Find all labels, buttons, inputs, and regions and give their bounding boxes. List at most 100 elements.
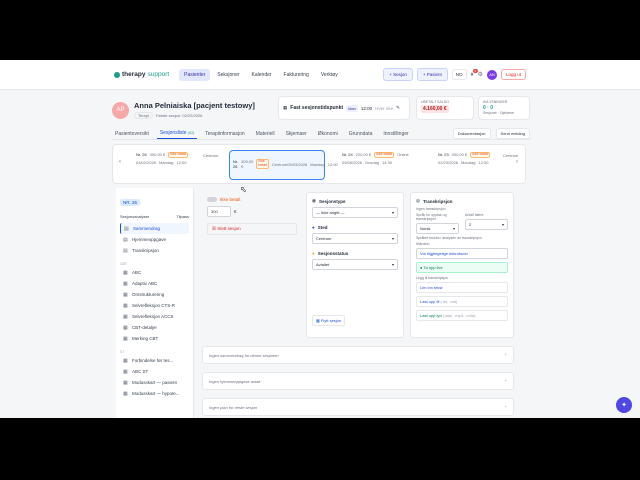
logout-button[interactable]: Logg ut [500, 69, 526, 80]
microphone-icon: ◎ [416, 198, 420, 203]
sidebar-item-cbt[interactable]: ▦ Adaptiv ABC [120, 278, 189, 289]
transcription-panel: ◎ Transkripsjon Ingen transkripsjon Språk… [410, 192, 514, 338]
patient-header: AP Anna Pelniaiska [pacjent testowy] Ter… [112, 96, 530, 124]
tag-icon: ◉ [312, 198, 316, 203]
session-type-select[interactable]: — Ikke angitt — ▾ [312, 207, 398, 218]
sidebar-item-cbt[interactable]: ▦ Omstrukturering [120, 289, 189, 300]
tab-materiell[interactable]: Materiell [253, 129, 278, 139]
status-select[interactable]: Avtaltet ▾ [312, 259, 398, 270]
gear-icon[interactable]: ⚙ [478, 71, 483, 78]
location-icon: ● [312, 225, 315, 230]
grid-icon: ▦ [123, 324, 128, 331]
sidebar-item-summary[interactable]: ▤ Sammendrag [120, 223, 189, 234]
session-price-panel: Ikke betalt 300 € ☒ Slett sesjon [202, 192, 302, 338]
grid-icon: ▦ [123, 357, 128, 364]
tab-innstillinger[interactable]: Innstillinger [380, 129, 411, 139]
plus-icon: + [504, 378, 507, 383]
tab-terapiinfo[interactable]: Terapiinformasjon [202, 129, 247, 139]
plan-accordion[interactable]: Ingen plan for neste sesjon + [202, 398, 514, 416]
paid-toggle[interactable] [207, 197, 217, 202]
avatar[interactable]: AN [486, 69, 497, 80]
chevron-right-icon[interactable]: › [516, 159, 518, 165]
session-main: Ikke betalt 300 € ☒ Slett sesjon ◉ Sesjons… [202, 188, 514, 418]
grid-icon: ▦ [123, 269, 128, 276]
nav-pasienter[interactable]: Pasienter [179, 68, 211, 81]
app-screen: therapy support Pasienter Seksjoner Kalen… [0, 60, 640, 418]
bell-icon[interactable]: ♦ 3 [471, 68, 478, 78]
price-input[interactable]: 300 [207, 206, 231, 217]
calendar-icon: ▦ [316, 318, 320, 323]
document-icon: ▤ [123, 236, 128, 243]
assistant-fab[interactable]: ✦ [616, 397, 632, 413]
nav-kalender[interactable]: Kalender [247, 69, 277, 81]
nav-fakturering[interactable]: Fakturering [279, 69, 314, 81]
record-live-button[interactable]: ● Ta opp live [416, 262, 508, 273]
session-strip: ‹ Nr. 26 300,00 € Ikke betalt 03/02/2026 Ma… [112, 144, 526, 184]
speakers-select[interactable]: 2 ▾ [465, 219, 508, 230]
patient-avatar: AP [112, 101, 129, 119]
top-nav: therapy support Pasienter Seksjoner Kalen… [0, 60, 640, 90]
sidebar-item-st[interactable]: ▦ ABC ST [120, 366, 189, 377]
tab-sesjonsliste[interactable]: Sesjonsliste (52) [156, 128, 198, 139]
nav-verktoy[interactable]: Verktøy [316, 69, 343, 81]
sidebar-item-cbt[interactable]: ▦ Selvrefleksjon ACCS [120, 311, 189, 322]
document-icon: ▤ [124, 225, 129, 232]
fixed-time-card[interactable]: ▦ Fast sesjonstidspunkt Man 12:00 Hver u… [278, 96, 410, 120]
calendar-icon: ▦ [283, 105, 288, 110]
sidebar-item-cbt[interactable]: ▦ CBT-detaljer [120, 322, 189, 333]
session-card[interactable]: Nr. 24 220,00 € Ikke betalt Online 09/06/20… [339, 150, 433, 180]
tab-grunndata[interactable]: Grunndata [346, 129, 376, 139]
upload-file-button[interactable]: Last opp fil (.txt, .md) [416, 296, 508, 307]
paste-text-button[interactable]: Lim inn tekst [416, 282, 508, 293]
language-select[interactable]: NO [451, 69, 467, 80]
sidebar-item-st[interactable]: ▦ Forbindelse før tes... [120, 355, 189, 366]
sidebar-item-transcription[interactable]: ▤ Transkripsjon [120, 245, 189, 256]
sidebar-item-st[interactable]: ▦ Modusskart — pasient [120, 377, 189, 388]
patient-name: Anna Pelniaiska [pacjent testowy] [134, 101, 255, 110]
patient-tabs: Pasientoversikt Sesjonsliste (52) Terapi… [112, 128, 530, 140]
session-card-selected[interactable]: Nr. 26 300,00 € Ikke betalt Centrum 09/03/2… [229, 150, 338, 180]
nav-seksjoner[interactable]: Seksjoner [212, 69, 244, 81]
trash-icon: ☒ [212, 226, 217, 231]
unpaid-card: UBETALT SALDO 4.160,00 € [416, 96, 474, 120]
document-icon: ▤ [123, 247, 128, 254]
sidebar-item-cbt[interactable]: ▦ ABC [120, 267, 189, 278]
session-number-badge: NR. 26 [120, 199, 141, 206]
microphone-select[interactable]: Via tilgjengelige mikrofoner [416, 248, 508, 259]
grid-icon: ▦ [123, 302, 128, 309]
logo[interactable]: therapy support [114, 71, 169, 78]
sidebar-item-st[interactable]: ▦ Modusskart — hypote... [120, 388, 189, 399]
analysis-sidebar: NR. 26 Sesjonsanalyser Tilpass ▤ Sammendra… [116, 188, 194, 418]
grid-icon: ▦ [123, 335, 128, 342]
last-session: Første sesjon: 02/22/2026 [155, 113, 203, 118]
plus-icon: + [504, 404, 507, 409]
send-message-button[interactable]: Send melding [495, 128, 530, 139]
new-session-button[interactable]: + Sesjon [383, 68, 413, 81]
plus-icon: + [504, 352, 507, 357]
tab-skjemaer[interactable]: Skjemaer [283, 129, 310, 139]
logo-icon [114, 71, 120, 78]
session-type-panel: ◉ Sesjonstype — Ikke angitt — ▾ ● Sted Cent… [306, 192, 404, 338]
new-patient-button[interactable]: + Pasient [416, 68, 448, 81]
grid-icon: ▦ [123, 379, 128, 386]
sidebar-item-cbt[interactable]: ▦ Merking CBT [120, 333, 189, 344]
customize-button[interactable]: Tilpass [176, 214, 189, 219]
delete-session-button[interactable]: ☒ Slett sesjon [207, 223, 297, 235]
upload-audio-button[interactable]: Last opp lyd (.wav, .mp3, .m4a) [416, 310, 508, 321]
place-select[interactable]: Centrum ▾ [312, 233, 398, 244]
summary-accordion[interactable]: Ingen sammendrag for denne sesjonen + [202, 346, 514, 364]
grid-icon: ▦ [123, 313, 128, 320]
pencil-icon[interactable]: ✎ [396, 105, 400, 111]
sidebar-item-homework[interactable]: ▤ Hjemmeoppgave [120, 234, 189, 245]
sidebar-item-cbt[interactable]: ▦ Selvrefleksjon CTS-R [120, 300, 189, 311]
tab-oversikt[interactable]: Pasientoversikt [112, 129, 152, 139]
language-select[interactable]: Norsk ▾ [416, 223, 459, 234]
patient-tag: Terapi [134, 112, 153, 119]
tab-okonomi[interactable]: Økonomi [315, 129, 341, 139]
grid-icon: ▦ [123, 280, 128, 287]
mouse-cursor-icon: ⬁ [240, 185, 247, 194]
homework-accordion[interactable]: Ingen hjemmeoppgave avtalt + [202, 372, 514, 390]
chevron-left-icon[interactable]: ‹ [119, 159, 121, 165]
move-session-button[interactable]: ▦ Flytt sesjon [312, 315, 346, 326]
documentation-button[interactable]: Dokumentasjon [452, 128, 491, 139]
